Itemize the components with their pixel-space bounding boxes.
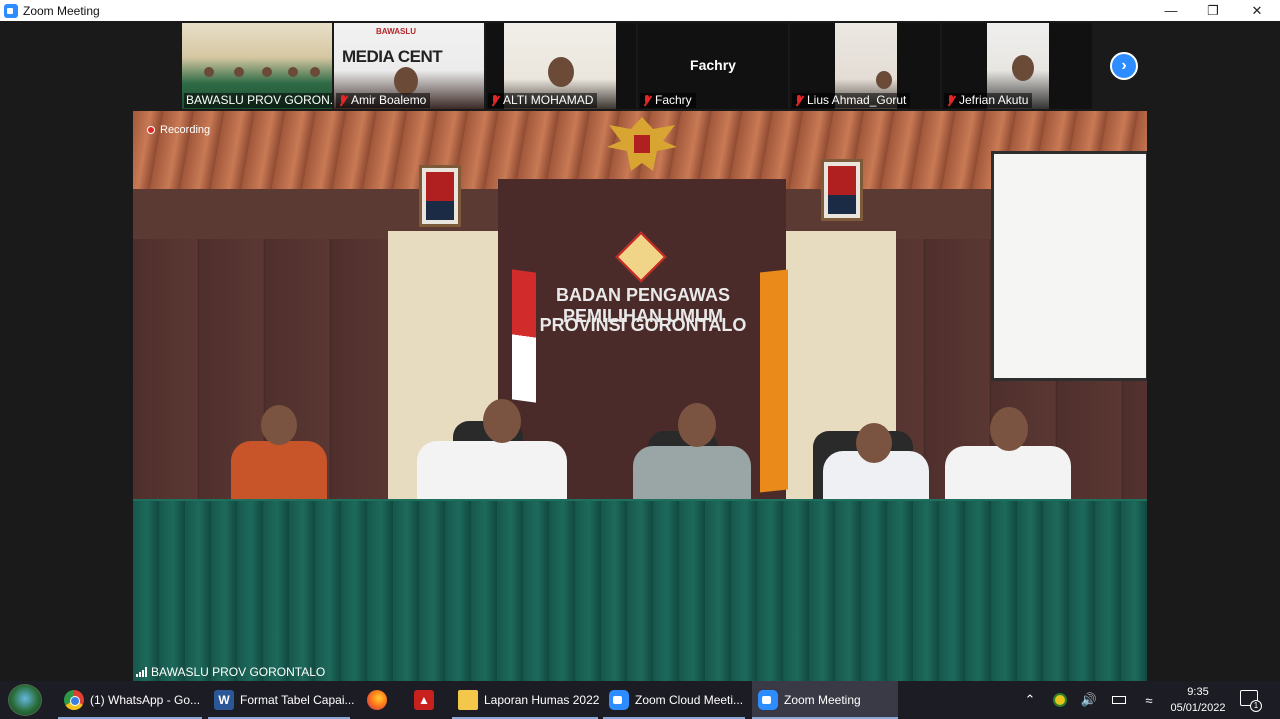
windows-start-icon[interactable]	[8, 684, 42, 716]
close-icon: ✕	[1251, 2, 1263, 18]
next-participants-button[interactable]: ›	[1110, 52, 1138, 80]
minimize-icon: —	[1164, 3, 1178, 18]
participant-thumbnail[interactable]: Lius Ahmad_Gorut	[790, 23, 940, 109]
volume-icon[interactable]: 🔊	[1078, 681, 1100, 719]
zoom-icon	[758, 690, 778, 710]
taskbar-item-zoom-cloud[interactable]: Zoom Cloud Meeti...	[603, 681, 745, 719]
restore-button[interactable]: ❐	[1192, 0, 1234, 21]
taskbar-item-zoom-meeting[interactable]: Zoom Meeting	[752, 681, 898, 719]
participant-thumbnail[interactable]: Jefrian Akutu	[942, 23, 1092, 109]
title-bar: Zoom Meeting — ❐ ✕	[0, 0, 1280, 21]
chrome-icon	[64, 690, 84, 710]
meeting-area: BAWASLU PROV GORON... BAWASLU MEDIA CENT…	[0, 21, 1280, 681]
zoom-app-icon	[4, 3, 18, 18]
show-hidden-icons-button[interactable]: ⌃	[1020, 681, 1040, 719]
pdf-icon: ▲	[414, 690, 434, 710]
active-speaker-label: BAWASLU PROV GORONTALO	[136, 664, 325, 680]
clock-date: 05/01/2022	[1170, 702, 1226, 714]
taskbar-item-folder[interactable]: Laporan Humas 2022	[452, 681, 599, 719]
mic-muted-icon	[642, 94, 652, 107]
active-speaker-video[interactable]: BADAN PENGAWAS PEMILIHAN UMUM PROVINSI G…	[133, 111, 1147, 681]
participant-thumbnail[interactable]: BAWASLU PROV GORON...	[182, 23, 332, 109]
zoom-icon	[609, 690, 629, 710]
banner-brand-text: BAWASLU	[376, 27, 416, 36]
portrait-frame	[419, 165, 461, 227]
chevron-right-icon: ›	[1121, 57, 1127, 74]
windows-taskbar: (1) WhatsApp - Go... W Format Tabel Capa…	[0, 681, 1280, 719]
mic-muted-icon	[338, 94, 348, 107]
taskbar-item-whatsapp[interactable]: (1) WhatsApp - Go...	[58, 681, 202, 719]
wall-sign-line2: PROVINSI GORONTALO	[539, 315, 747, 335]
projector-screen	[991, 151, 1147, 381]
chevron-up-icon: ⌃	[1024, 692, 1036, 707]
mic-muted-icon	[794, 94, 804, 107]
taskbar-item-word[interactable]: W Format Tabel Capai...	[208, 681, 355, 719]
firefox-icon	[367, 690, 387, 710]
notification-count: 1	[1250, 700, 1262, 712]
close-button[interactable]: ✕	[1236, 0, 1278, 21]
clock-time: 9:35	[1187, 686, 1209, 698]
folder-icon	[458, 690, 478, 710]
taskbar-clock[interactable]: 9:35 05/01/2022	[1165, 684, 1231, 716]
tray-app-icon[interactable]	[1050, 681, 1070, 719]
wifi-icon[interactable]: ≈	[1138, 681, 1160, 719]
portrait-frame	[821, 159, 863, 221]
mic-muted-icon	[490, 94, 500, 107]
participant-name: Lius Ahmad_Gorut	[792, 93, 911, 108]
restore-icon: ❐	[1207, 2, 1219, 18]
participant-name: Fachry	[640, 93, 696, 108]
participant-name: ALTI MOHAMAD	[488, 93, 598, 108]
garuda-emblem-icon	[607, 117, 677, 171]
window-title: Zoom Meeting	[23, 3, 100, 18]
participant-thumbnail[interactable]: BAWASLU MEDIA CENT Amir Boalemo	[334, 23, 484, 109]
participant-strip: BAWASLU PROV GORON... BAWASLU MEDIA CENT…	[182, 23, 1092, 109]
participant-thumbnail[interactable]: ALTI MOHAMAD	[486, 23, 636, 109]
scene-table	[133, 501, 1147, 681]
participant-name: Amir Boalemo	[336, 93, 431, 108]
recording-indicator[interactable]: Recording	[147, 124, 210, 136]
recording-dot-icon	[147, 126, 155, 134]
banner-text: MEDIA CENT	[342, 47, 443, 66]
participant-name: Jefrian Akutu	[944, 93, 1033, 108]
participant-name: BAWASLU PROV GORON...	[184, 93, 332, 108]
word-icon: W	[214, 690, 234, 710]
taskbar-item-firefox[interactable]	[360, 681, 398, 719]
participant-thumbnail[interactable]: Fachry Fachry	[638, 23, 788, 109]
mic-muted-icon	[946, 94, 956, 107]
taskbar-item-pdf[interactable]: ▲	[406, 681, 444, 719]
minimize-button[interactable]: —	[1150, 0, 1192, 21]
connection-signal-icon	[136, 667, 147, 677]
participant-display-name: Fachry	[690, 57, 736, 73]
battery-icon[interactable]	[1108, 681, 1130, 719]
